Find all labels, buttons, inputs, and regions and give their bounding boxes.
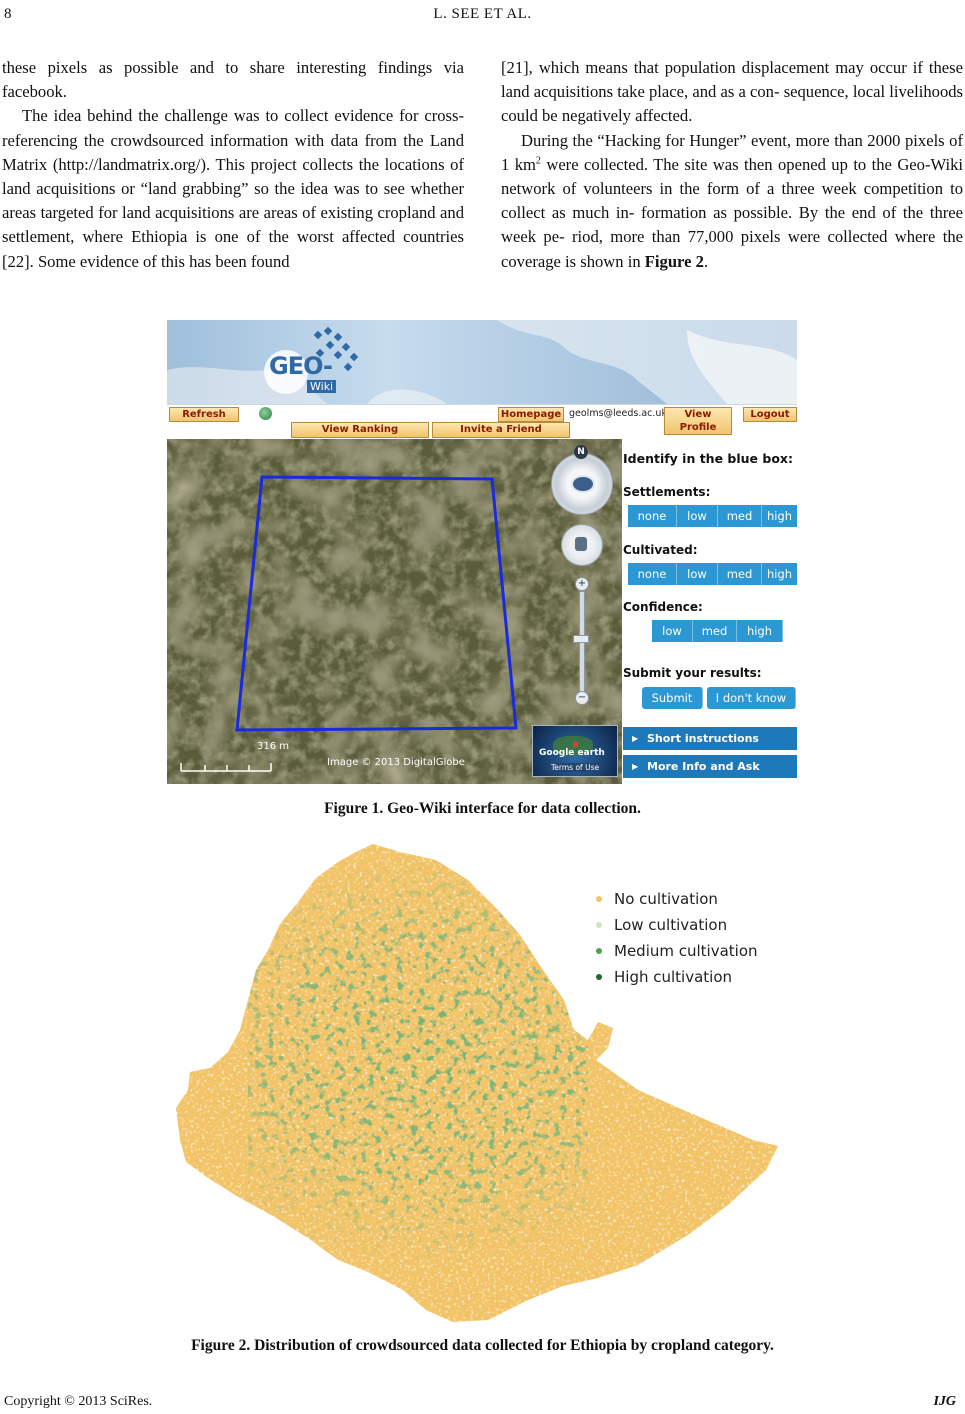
scale-label: 316 m — [257, 741, 290, 752]
settlements-label: Settlements: — [623, 485, 711, 499]
zoom-slider-handle[interactable] — [573, 635, 589, 643]
settlements-low-button[interactable]: low — [677, 505, 718, 527]
legend-label: High cultivation — [614, 968, 733, 986]
banner: GEO- Wiki — [167, 320, 797, 404]
settlements-none-button[interactable]: none — [628, 505, 677, 527]
figure-2-caption: Figure 2. Distribution of crowdsourced d… — [191, 1337, 774, 1354]
legend-swatch — [596, 974, 602, 980]
running-head: L. SEE ET AL. — [433, 6, 532, 22]
legend-item: Medium cultivation — [596, 942, 758, 968]
image-credit: Image © 2013 DigitalGlobe — [327, 757, 465, 768]
logout-button[interactable]: Logout — [743, 407, 797, 422]
confidence-label: Confidence: — [623, 600, 703, 614]
refresh-button[interactable]: Refresh — [169, 407, 239, 422]
legend-item: No cultivation — [596, 890, 758, 916]
cultivation-cluster — [248, 844, 588, 1280]
paragraph: [21], which means that population displa… — [501, 58, 963, 126]
chevron-right-icon: ▶ — [632, 762, 639, 771]
cultivated-med-button[interactable]: med — [718, 563, 762, 585]
settlements-high-button[interactable]: high — [762, 505, 797, 527]
paragraph: The idea behind the challenge was to col… — [2, 106, 464, 271]
confidence-low-button[interactable]: low — [652, 620, 693, 642]
figure-2-ethiopia-map: No cultivation Low cultivation Medium cu… — [168, 840, 798, 1330]
page-footer: Copyright © 2013 SciRes. IJG — [4, 1394, 960, 1410]
submit-button[interactable]: Submit — [642, 687, 703, 709]
cultivated-label: Cultivated: — [623, 543, 698, 557]
short-instructions-button[interactable]: ▶ Short instructions — [623, 727, 797, 750]
identify-heading: Identify in the blue box: — [623, 451, 793, 466]
submit-results-label: Submit your results: — [623, 666, 762, 680]
more-info-button[interactable]: ▶ More Info and Ask Experts — [623, 755, 797, 784]
legend-label: No cultivation — [614, 890, 718, 908]
legend-swatch — [596, 922, 602, 928]
confidence-high-button[interactable]: high — [737, 620, 783, 642]
cultivated-high-button[interactable]: high — [762, 563, 797, 585]
terms-of-use-link[interactable]: Terms of Use — [549, 763, 602, 772]
google-earth-label: Google earth — [539, 748, 605, 758]
legend-item: High cultivation — [596, 968, 758, 994]
globe-icon[interactable] — [259, 407, 272, 420]
hand-icon — [575, 537, 587, 551]
figure-reference[interactable]: Figure 2 — [645, 252, 704, 271]
zoom-plus-button[interactable]: + — [575, 577, 589, 591]
world-map-decor — [167, 320, 797, 404]
legend-swatch — [596, 948, 602, 954]
zoom-minus-button[interactable]: − — [575, 691, 589, 705]
legend-swatch — [596, 896, 602, 902]
paragraph: During the “Hacking for Hunger” event, m… — [501, 130, 964, 271]
geo-wiki-logo: GEO- — [269, 352, 333, 380]
map-legend: No cultivation Low cultivation Medium cu… — [596, 890, 758, 994]
user-email: geolms@leeds.ac.uk — [569, 408, 667, 419]
confidence-med-button[interactable]: med — [693, 620, 737, 642]
view-profile-button[interactable]: View Profile — [664, 407, 732, 435]
homepage-button[interactable]: Homepage — [498, 407, 564, 422]
cultivated-low-button[interactable]: low — [677, 563, 718, 585]
cultivated-none-button[interactable]: none — [628, 563, 677, 585]
short-instructions-label: Short instructions — [647, 732, 759, 745]
look-eye-icon[interactable] — [571, 475, 595, 493]
satellite-map[interactable]: 316 m Image © 2013 DigitalGlobe N + − Go… — [167, 439, 622, 784]
left-column: these pixels as possible and to share in… — [2, 56, 464, 274]
legend-item: Low cultivation — [596, 916, 758, 942]
paragraph: these pixels as possible and to share in… — [2, 58, 464, 102]
chevron-right-icon: ▶ — [632, 734, 639, 743]
legend-label: Medium cultivation — [614, 942, 758, 960]
figure-1-caption: Figure 1. Geo-Wiki interface for data co… — [324, 800, 641, 817]
dont-know-button[interactable]: I don't know — [707, 687, 796, 709]
view-ranking-button[interactable]: View Ranking — [291, 422, 429, 438]
copyright: Copyright © 2013 SciRes. — [4, 1394, 153, 1409]
compass-north-label: N — [574, 445, 588, 459]
figure-1-geowiki-screenshot: GEO- Wiki Refresh Homepage geolms@leeds.… — [167, 320, 797, 784]
google-earth-overview[interactable]: Google earth Terms of Use — [532, 725, 618, 777]
right-column: [21], which means that population displa… — [501, 56, 963, 274]
settlements-med-button[interactable]: med — [718, 505, 762, 527]
geo-wiki-logo-sub: Wiki — [307, 380, 337, 393]
overview-marker — [573, 742, 578, 747]
legend-label: Low cultivation — [614, 916, 728, 934]
journal-abbrev: IJG — [933, 1394, 956, 1409]
invite-friend-button[interactable]: Invite a Friend — [432, 422, 570, 438]
